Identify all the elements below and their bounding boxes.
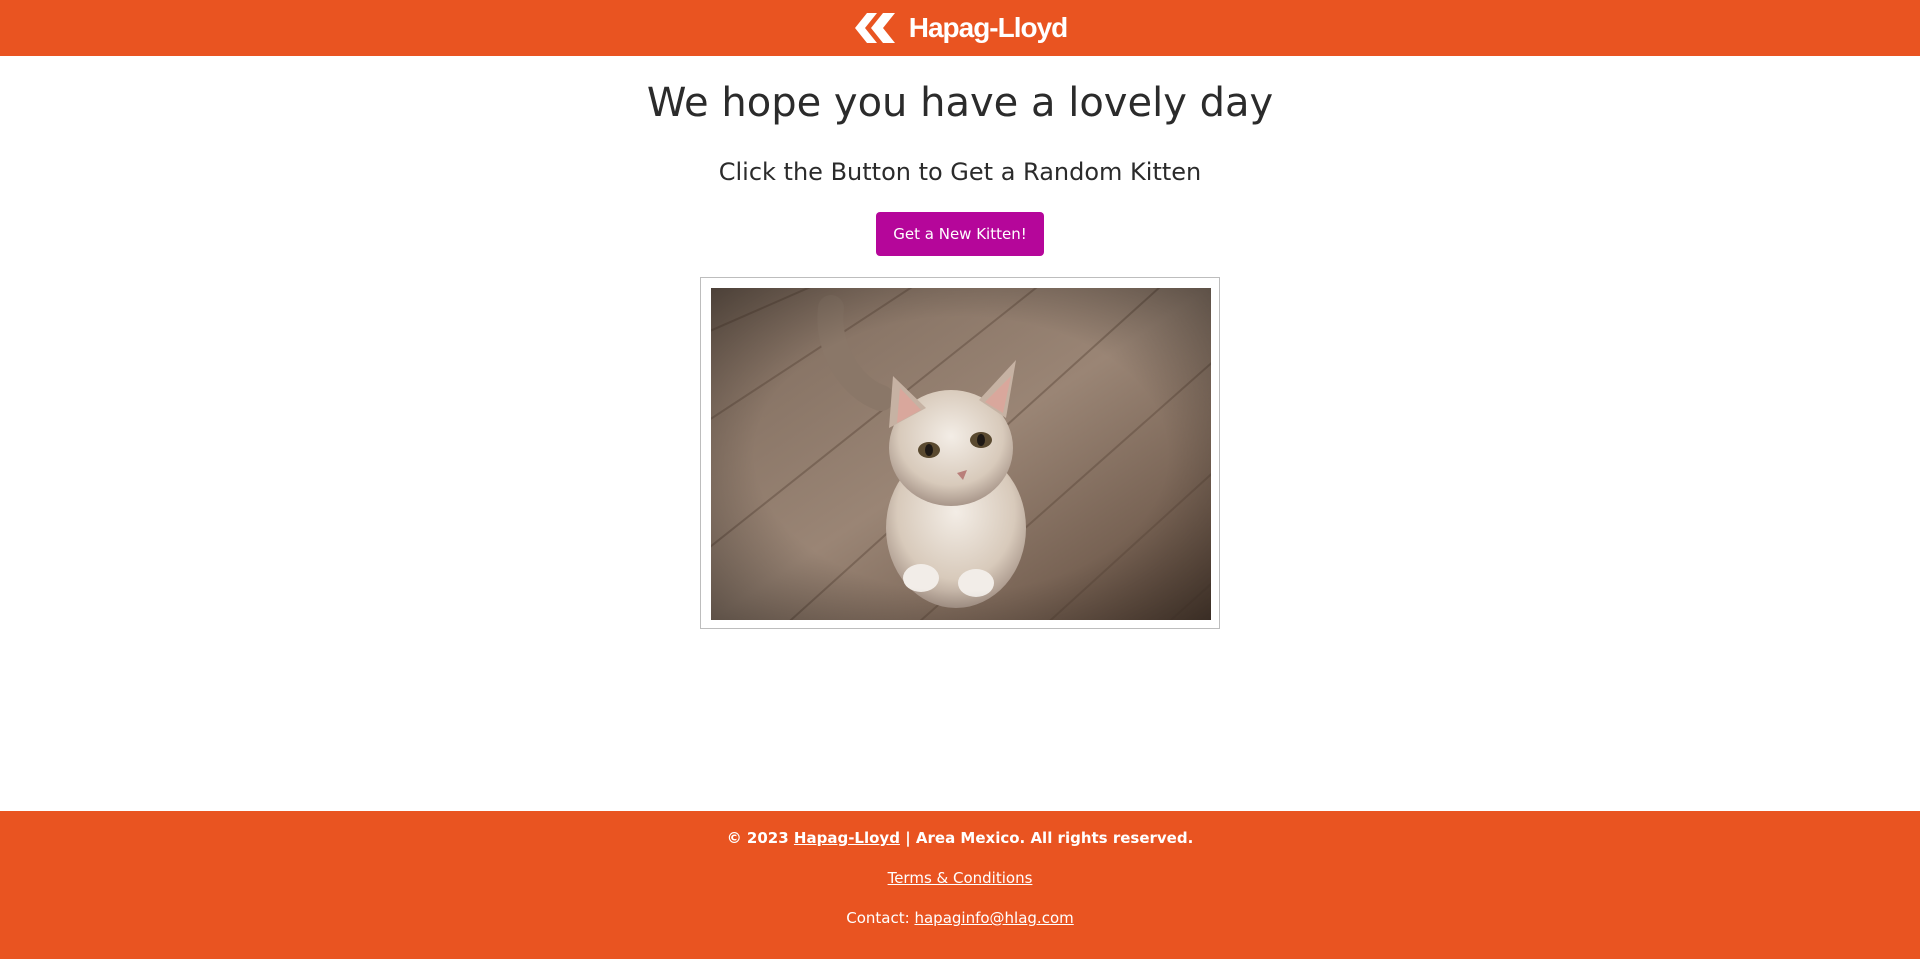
- brand-logo[interactable]: Hapag-Lloyd: [853, 12, 1068, 44]
- company-link[interactable]: Hapag-Lloyd: [794, 829, 900, 847]
- page-subtitle: Click the Button to Get a Random Kitten: [718, 158, 1202, 186]
- copyright-prefix: © 2023: [726, 829, 789, 847]
- kitten-photo-frame: [700, 277, 1220, 629]
- get-new-kitten-button[interactable]: Get a New Kitten!: [876, 212, 1044, 256]
- terms-link[interactable]: Terms & Conditions: [888, 869, 1033, 887]
- terms-line: Terms & Conditions: [0, 869, 1920, 887]
- site-header: Hapag-Lloyd: [0, 0, 1920, 56]
- page-title: We hope you have a lovely day: [646, 80, 1274, 126]
- hapag-lloyd-logo-icon: [854, 13, 895, 43]
- main-content: We hope you have a lovely day Click the …: [0, 56, 1920, 629]
- contact-email-link[interactable]: hapaginfo@hlag.com: [914, 909, 1073, 927]
- brand-name: Hapag-Lloyd: [908, 12, 1069, 43]
- copyright-line: © 2023 Hapag-Lloyd | Area Mexico. All ri…: [0, 829, 1920, 847]
- site-footer: © 2023 Hapag-Lloyd | Area Mexico. All ri…: [0, 811, 1920, 959]
- kitten-photo: [711, 288, 1211, 620]
- contact-label: Contact:: [846, 909, 910, 927]
- contact-line: Contact: hapaginfo@hlag.com: [0, 909, 1920, 927]
- copyright-suffix: | Area Mexico. All rights reserved.: [905, 829, 1194, 847]
